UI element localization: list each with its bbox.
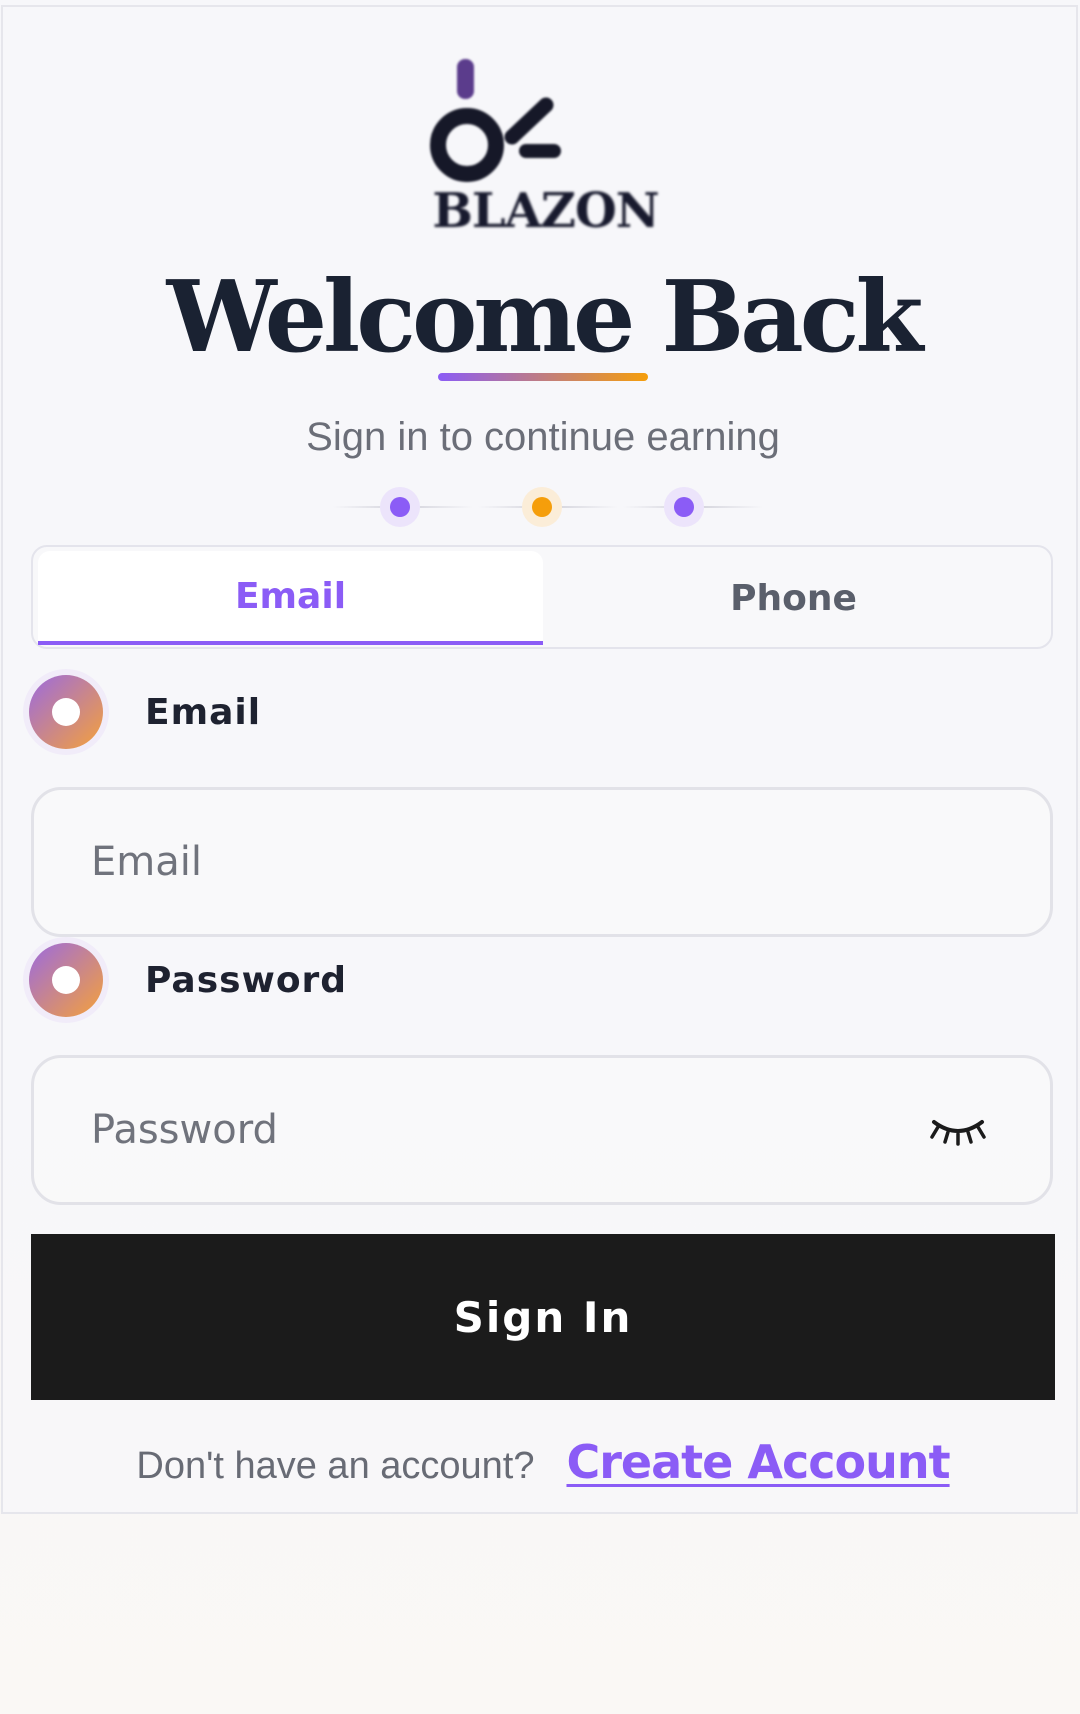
login-method-tabs: Email Phone	[31, 545, 1053, 649]
email-field-box	[31, 787, 1053, 937]
password-badge-icon	[29, 943, 103, 1017]
title-underline	[438, 373, 648, 381]
tab-phone[interactable]: Phone	[541, 551, 1046, 645]
password-field-box	[31, 1055, 1053, 1205]
step-dot	[380, 487, 420, 527]
password-label-row: Password	[29, 940, 347, 1020]
step-dot	[522, 487, 562, 527]
step-dot	[664, 487, 704, 527]
page-title: Welcome Back	[166, 260, 924, 375]
email-input[interactable]	[89, 838, 913, 886]
blazon-logo: BLAZON	[428, 55, 663, 245]
eye-closed-icon[interactable]	[928, 1110, 988, 1150]
step-indicator	[333, 485, 763, 529]
email-label-row: Email	[29, 672, 261, 752]
page-subtitle: Sign in to continue earning	[306, 415, 780, 459]
tab-email[interactable]: Email	[38, 551, 543, 645]
sign-in-button[interactable]: Sign In	[31, 1234, 1055, 1400]
email-badge-icon	[29, 675, 103, 749]
brand-name: BLAZON	[432, 183, 659, 239]
signup-prompt: Don't have an account? Create Account	[3, 1435, 1080, 1489]
signup-prompt-text: Don't have an account?	[136, 1445, 535, 1487]
create-account-link[interactable]: Create Account	[566, 1435, 950, 1489]
login-card: BLAZON Welcome Back Sign in to continue …	[1, 5, 1078, 1514]
blazon-logo-icon	[430, 59, 561, 182]
password-label: Password	[145, 959, 348, 1001]
email-label: Email	[145, 691, 262, 733]
password-input[interactable]	[89, 1106, 913, 1154]
